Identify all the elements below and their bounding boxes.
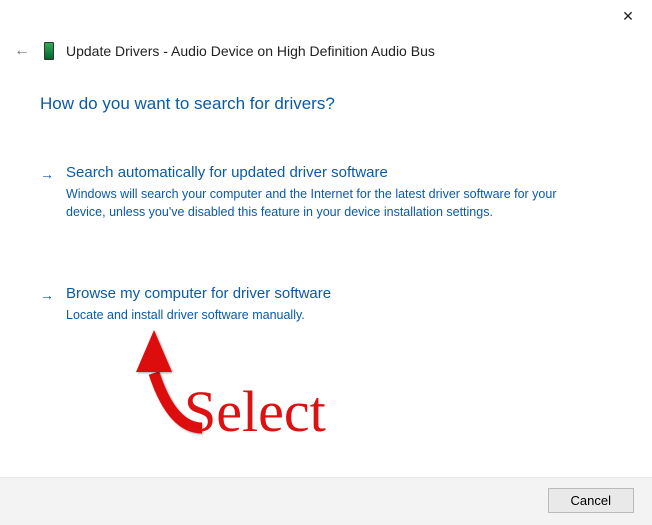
close-button[interactable]: ✕ xyxy=(612,4,644,28)
titlebar: ✕ xyxy=(0,0,652,36)
option-title: Search automatically for updated driver … xyxy=(66,164,576,181)
device-icon xyxy=(44,42,54,60)
footer: Cancel xyxy=(0,477,652,525)
close-icon: ✕ xyxy=(622,8,634,25)
arrow-right-icon: → xyxy=(40,285,54,324)
option-description: Locate and install driver software manua… xyxy=(66,306,331,324)
option-title: Browse my computer for driver software xyxy=(66,285,331,302)
window-title: Update Drivers - Audio Device on High De… xyxy=(66,43,435,59)
back-button[interactable]: ← xyxy=(12,42,32,60)
cancel-button[interactable]: Cancel xyxy=(548,488,634,513)
annotation-overlay: Select xyxy=(112,318,232,463)
arrow-right-icon: → xyxy=(40,164,54,221)
option-browse-computer[interactable]: → Browse my computer for driver software… xyxy=(40,283,598,326)
option-body: Search automatically for updated driver … xyxy=(66,164,576,221)
option-search-automatically[interactable]: → Search automatically for updated drive… xyxy=(40,162,598,223)
page-heading: How do you want to search for drivers? xyxy=(40,94,598,114)
back-arrow-icon: ← xyxy=(14,42,30,59)
annotation-arrow-icon xyxy=(112,318,232,458)
annotation-label: Select xyxy=(184,378,326,445)
option-body: Browse my computer for driver software L… xyxy=(66,285,331,324)
header: ← Update Drivers - Audio Device on High … xyxy=(0,36,652,60)
content-area: How do you want to search for drivers? →… xyxy=(0,60,652,326)
option-description: Windows will search your computer and th… xyxy=(66,185,576,221)
